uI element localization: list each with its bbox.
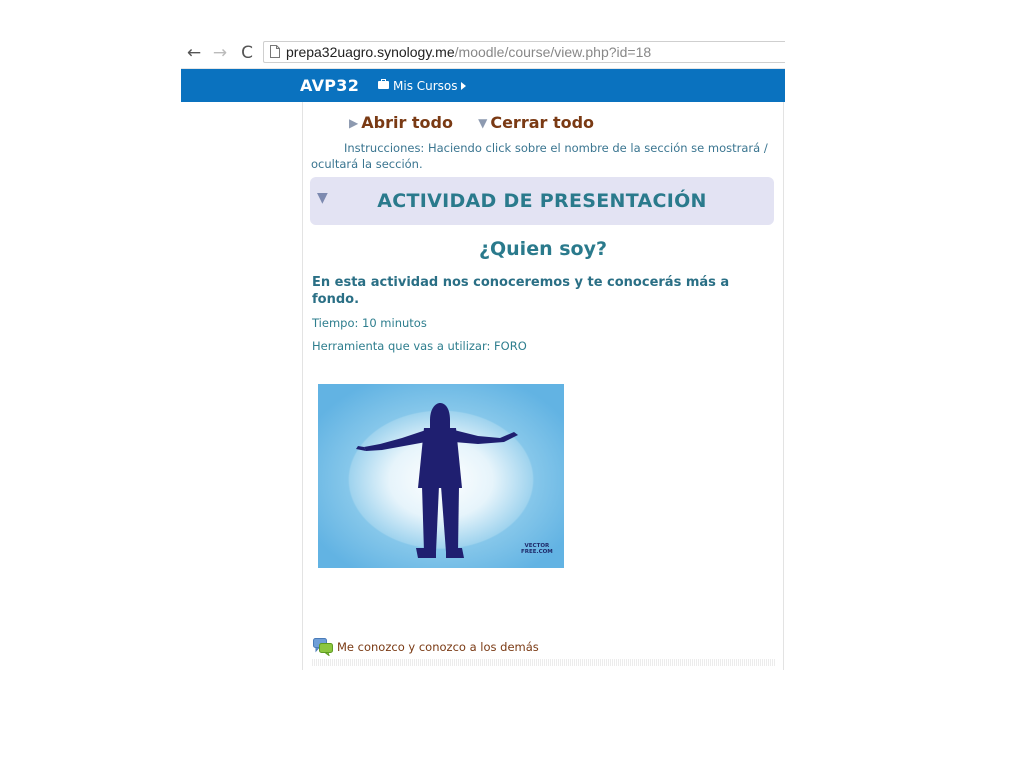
back-arrow-icon[interactable]: ← — [183, 42, 205, 64]
triangle-right-icon: ▶ — [349, 116, 359, 130]
url-text: prepa32uagro.synology.me/moodle/course/v… — [286, 42, 651, 62]
section-divider — [312, 659, 776, 666]
section-header[interactable]: ▼ ACTIVIDAD DE PRESENTACIÓN — [310, 177, 774, 225]
toggle-row: ▶ Abrir todo ▼ Cerrar todo — [349, 113, 594, 132]
site-brand[interactable]: AVP32 — [300, 69, 359, 103]
expand-all-label: Abrir todo — [361, 113, 453, 132]
my-courses-label: Mis Cursos — [393, 79, 458, 93]
image-credit-line2: FREE.COM — [521, 549, 553, 555]
activity-time: Tiempo: 10 minutos — [312, 316, 427, 330]
forward-arrow-icon[interactable]: → — [209, 42, 231, 64]
browser-window: ← → C prepa32uagro.synology.me/moodle/co… — [181, 38, 785, 670]
forum-icon — [313, 637, 333, 657]
triangle-down-icon: ▼ — [478, 116, 488, 130]
section-title: ACTIVIDAD DE PRESENTACIÓN — [377, 190, 707, 212]
instructions-text: Instrucciones: Haciendo click sobre el n… — [311, 141, 768, 171]
image-credit: VECTOR FREE.COM — [521, 543, 553, 555]
collapse-all-button[interactable]: ▼ Cerrar todo — [478, 113, 594, 132]
address-bar[interactable]: prepa32uagro.synology.me/moodle/course/v… — [263, 41, 785, 63]
activity-illustration: VECTOR FREE.COM — [318, 384, 564, 568]
person-silhouette-image — [318, 384, 564, 568]
forum-activity-link[interactable]: Me conozco y conozco a los demás — [313, 636, 539, 657]
reload-icon[interactable]: C — [236, 42, 258, 64]
site-navbar: AVP32 Mis Cursos — [181, 69, 785, 102]
collapse-all-label: Cerrar todo — [490, 113, 595, 132]
my-courses-menu[interactable]: Mis Cursos — [378, 69, 466, 103]
url-host: prepa32uagro.synology.me — [286, 44, 455, 60]
page-icon — [270, 45, 280, 58]
expand-all-button[interactable]: ▶ Abrir todo — [349, 113, 453, 132]
activity-description: En esta actividad nos conoceremos y te c… — [312, 275, 730, 307]
activity-tool: Herramienta que vas a utilizar: FORO — [312, 339, 527, 353]
url-path: /moodle/course/view.php?id=18 — [454, 44, 652, 60]
activity-title: ¿Quien soy? — [478, 238, 607, 260]
course-content: ▶ Abrir todo ▼ Cerrar todo Instrucciones: … — [302, 102, 784, 670]
caret-right-icon — [460, 82, 466, 90]
browser-toolbar: ← → C prepa32uagro.synology.me/moodle/co… — [181, 38, 785, 69]
forum-activity-label: Me conozco y conozco a los demás — [337, 639, 539, 654]
briefcase-icon — [378, 79, 389, 89]
